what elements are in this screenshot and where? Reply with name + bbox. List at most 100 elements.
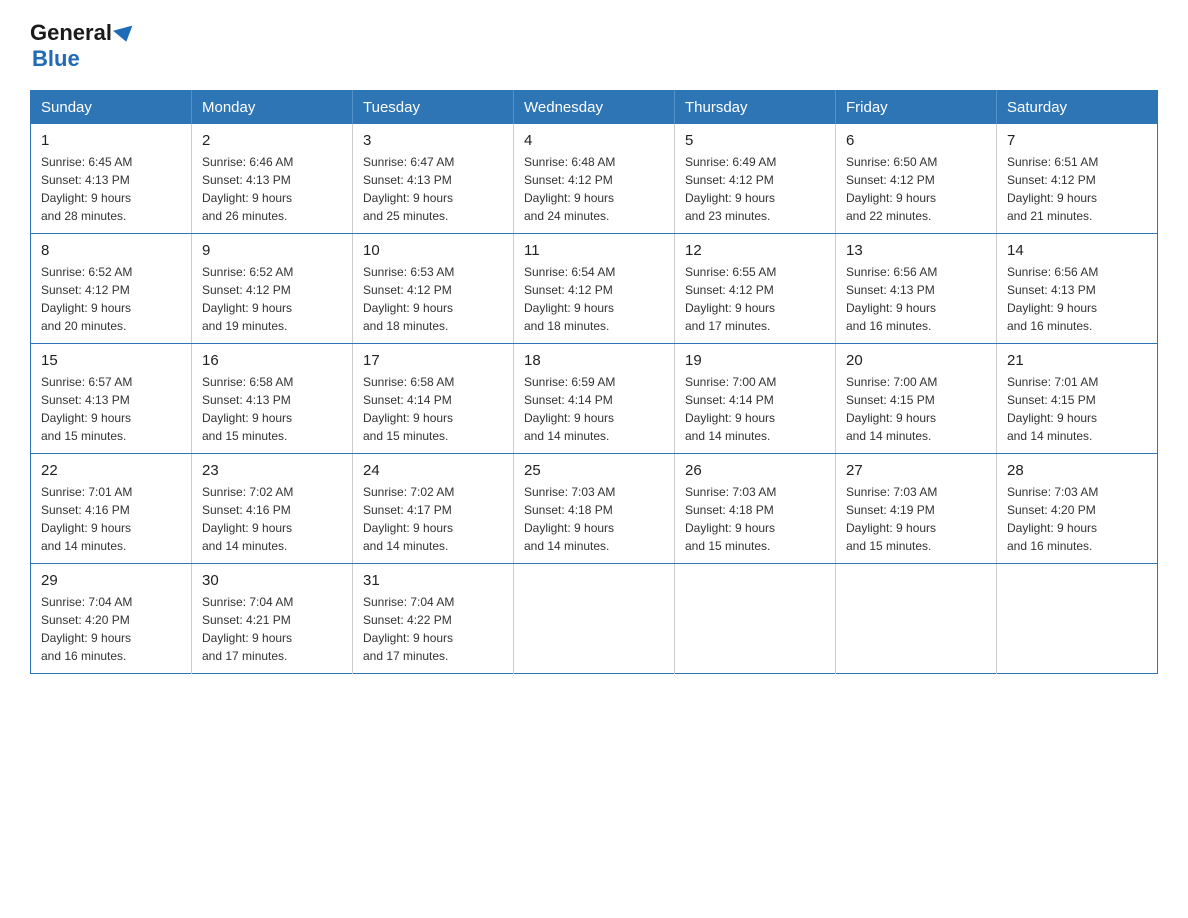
calendar-cell: 9 Sunrise: 6:52 AMSunset: 4:12 PMDaylight… <box>192 234 353 344</box>
calendar-cell: 25Sunrise: 7:03 AMSunset: 4:18 PMDayligh… <box>514 454 675 564</box>
column-header-tuesday: Tuesday <box>353 91 514 125</box>
day-number: 19 <box>685 352 825 369</box>
calendar-cell: 30 Sunrise: 7:04 AMSunset: 4:21 PMDayligh… <box>192 564 353 674</box>
calendar-cell: 20 Sunrise: 7:00 AMSunset: 4:15 PMDayligh… <box>836 344 997 454</box>
calendar-cell: 28Sunrise: 7:03 AMSunset: 4:20 PMDayligh… <box>997 454 1158 564</box>
column-header-thursday: Thursday <box>675 91 836 125</box>
calendar-cell: 1 Sunrise: 6:45 AMSunset: 4:13 PMDaylight… <box>31 124 192 234</box>
day-info: Sunrise: 7:03 AMSunset: 4:19 PMDaylight:… <box>846 483 986 555</box>
calendar-cell: 19 Sunrise: 7:00 AMSunset: 4:14 PMDayligh… <box>675 344 836 454</box>
day-number: 22 <box>41 462 181 479</box>
calendar-cell: 5 Sunrise: 6:49 AMSunset: 4:12 PMDaylight… <box>675 124 836 234</box>
day-info: Sunrise: 6:58 AMSunset: 4:13 PMDaylight:… <box>202 373 342 445</box>
calendar-cell: 13 Sunrise: 6:56 AMSunset: 4:13 PMDayligh… <box>836 234 997 344</box>
day-number: 3 <box>363 132 503 149</box>
calendar-table: SundayMondayTuesdayWednesdayThursdayFrid… <box>30 90 1158 674</box>
calendar-cell: 18 Sunrise: 6:59 AMSunset: 4:14 PMDayligh… <box>514 344 675 454</box>
day-info: Sunrise: 6:48 AMSunset: 4:12 PMDaylight:… <box>524 153 664 225</box>
calendar-week-3: 15Sunrise: 6:57 AMSunset: 4:13 PMDayligh… <box>31 344 1158 454</box>
calendar-cell: 31 Sunrise: 7:04 AMSunset: 4:22 PMDayligh… <box>353 564 514 674</box>
day-info: Sunrise: 7:00 AMSunset: 4:14 PMDaylight:… <box>685 373 825 445</box>
calendar-cell: 8Sunrise: 6:52 AMSunset: 4:12 PMDaylight… <box>31 234 192 344</box>
day-number: 5 <box>685 132 825 149</box>
day-number: 27 <box>846 462 986 479</box>
day-number: 16 <box>202 352 342 369</box>
calendar-cell: 27 Sunrise: 7:03 AMSunset: 4:19 PMDayligh… <box>836 454 997 564</box>
day-info: Sunrise: 7:00 AMSunset: 4:15 PMDaylight:… <box>846 373 986 445</box>
column-header-monday: Monday <box>192 91 353 125</box>
logo-blue-text: Blue <box>32 46 80 71</box>
calendar-cell: 17Sunrise: 6:58 AMSunset: 4:14 PMDayligh… <box>353 344 514 454</box>
day-number: 30 <box>202 572 342 589</box>
day-info: Sunrise: 6:53 AMSunset: 4:12 PMDaylight:… <box>363 263 503 335</box>
day-number: 2 <box>202 132 342 149</box>
header: General Blue <box>30 20 1158 72</box>
day-info: Sunrise: 7:02 AMSunset: 4:17 PMDaylight:… <box>363 483 503 555</box>
day-number: 9 <box>202 242 342 259</box>
day-number: 6 <box>846 132 986 149</box>
calendar-week-5: 29 Sunrise: 7:04 AMSunset: 4:20 PMDayligh… <box>31 564 1158 674</box>
page-wrapper: General Blue SundayMondayTuesdayWednesda… <box>0 0 1188 704</box>
logo: General <box>30 20 136 46</box>
day-number: 14 <box>1007 242 1147 259</box>
calendar-week-4: 22 Sunrise: 7:01 AMSunset: 4:16 PMDayligh… <box>31 454 1158 564</box>
calendar-cell: 29 Sunrise: 7:04 AMSunset: 4:20 PMDayligh… <box>31 564 192 674</box>
calendar-cell: 10 Sunrise: 6:53 AMSunset: 4:12 PMDayligh… <box>353 234 514 344</box>
day-number: 25 <box>524 462 664 479</box>
day-info: Sunrise: 7:03 AMSunset: 4:18 PMDaylight:… <box>685 483 825 555</box>
day-number: 18 <box>524 352 664 369</box>
day-info: Sunrise: 6:55 AMSunset: 4:12 PMDaylight:… <box>685 263 825 335</box>
calendar-cell: 12 Sunrise: 6:55 AMSunset: 4:12 PMDayligh… <box>675 234 836 344</box>
day-number: 10 <box>363 242 503 259</box>
day-number: 23 <box>202 462 342 479</box>
day-info: Sunrise: 6:56 AMSunset: 4:13 PMDaylight:… <box>846 263 986 335</box>
day-number: 12 <box>685 242 825 259</box>
day-info: Sunrise: 7:02 AMSunset: 4:16 PMDaylight:… <box>202 483 342 555</box>
calendar-cell: 3 Sunrise: 6:47 AMSunset: 4:13 PMDaylight… <box>353 124 514 234</box>
calendar-cell <box>836 564 997 674</box>
day-number: 31 <box>363 572 503 589</box>
calendar-header-row: SundayMondayTuesdayWednesdayThursdayFrid… <box>31 91 1158 125</box>
calendar-cell: 22 Sunrise: 7:01 AMSunset: 4:16 PMDayligh… <box>31 454 192 564</box>
day-info: Sunrise: 6:49 AMSunset: 4:12 PMDaylight:… <box>685 153 825 225</box>
column-header-saturday: Saturday <box>997 91 1158 125</box>
day-info: Sunrise: 6:56 AMSunset: 4:13 PMDaylight:… <box>1007 263 1147 335</box>
calendar-week-2: 8 Sunrise: 6:52 AMSunset: 4:12 PMDaylight… <box>31 234 1158 344</box>
column-header-sunday: Sunday <box>31 91 192 125</box>
calendar-week-1: 1 Sunrise: 6:45 AMSunset: 4:13 PMDaylight… <box>31 124 1158 234</box>
day-number: 29 <box>41 572 181 589</box>
calendar-cell <box>675 564 836 674</box>
calendar-cell: 14 Sunrise: 6:56 AMSunset: 4:13 PMDayligh… <box>997 234 1158 344</box>
day-info: Sunrise: 7:01 AMSunset: 4:15 PMDaylight:… <box>1007 373 1147 445</box>
calendar-cell: 24Sunrise: 7:02 AMSunset: 4:17 PMDayligh… <box>353 454 514 564</box>
day-number: 17 <box>363 352 503 369</box>
day-number: 15 <box>41 352 181 369</box>
day-number: 1 <box>41 132 181 149</box>
day-number: 20 <box>846 352 986 369</box>
day-info: Sunrise: 6:54 AMSunset: 4:12 PMDaylight:… <box>524 263 664 335</box>
day-info: Sunrise: 7:04 AMSunset: 4:22 PMDaylight:… <box>363 593 503 665</box>
day-info: Sunrise: 6:50 AMSunset: 4:12 PMDaylight:… <box>846 153 986 225</box>
day-number: 8 <box>41 242 181 259</box>
day-info: Sunrise: 6:59 AMSunset: 4:14 PMDaylight:… <box>524 373 664 445</box>
day-info: Sunrise: 7:04 AMSunset: 4:21 PMDaylight:… <box>202 593 342 665</box>
day-number: 11 <box>524 242 664 259</box>
calendar-cell: 6 Sunrise: 6:50 AMSunset: 4:12 PMDaylight… <box>836 124 997 234</box>
day-info: Sunrise: 6:45 AMSunset: 4:13 PMDaylight:… <box>41 153 181 225</box>
calendar-cell: 16 Sunrise: 6:58 AMSunset: 4:13 PMDayligh… <box>192 344 353 454</box>
day-info: Sunrise: 7:04 AMSunset: 4:20 PMDaylight:… <box>41 593 181 665</box>
day-number: 13 <box>846 242 986 259</box>
day-info: Sunrise: 6:52 AMSunset: 4:12 PMDaylight:… <box>202 263 342 335</box>
calendar-cell <box>514 564 675 674</box>
day-info: Sunrise: 7:01 AMSunset: 4:16 PMDaylight:… <box>41 483 181 555</box>
calendar-cell: 11 Sunrise: 6:54 AMSunset: 4:12 PMDayligh… <box>514 234 675 344</box>
day-info: Sunrise: 6:47 AMSunset: 4:13 PMDaylight:… <box>363 153 503 225</box>
calendar-cell: 7Sunrise: 6:51 AMSunset: 4:12 PMDaylight… <box>997 124 1158 234</box>
day-number: 26 <box>685 462 825 479</box>
calendar-cell: 15Sunrise: 6:57 AMSunset: 4:13 PMDayligh… <box>31 344 192 454</box>
calendar-cell: 2 Sunrise: 6:46 AMSunset: 4:13 PMDaylight… <box>192 124 353 234</box>
day-number: 28 <box>1007 462 1147 479</box>
day-info: Sunrise: 6:51 AMSunset: 4:12 PMDaylight:… <box>1007 153 1147 225</box>
day-info: Sunrise: 6:46 AMSunset: 4:13 PMDaylight:… <box>202 153 342 225</box>
day-number: 4 <box>524 132 664 149</box>
